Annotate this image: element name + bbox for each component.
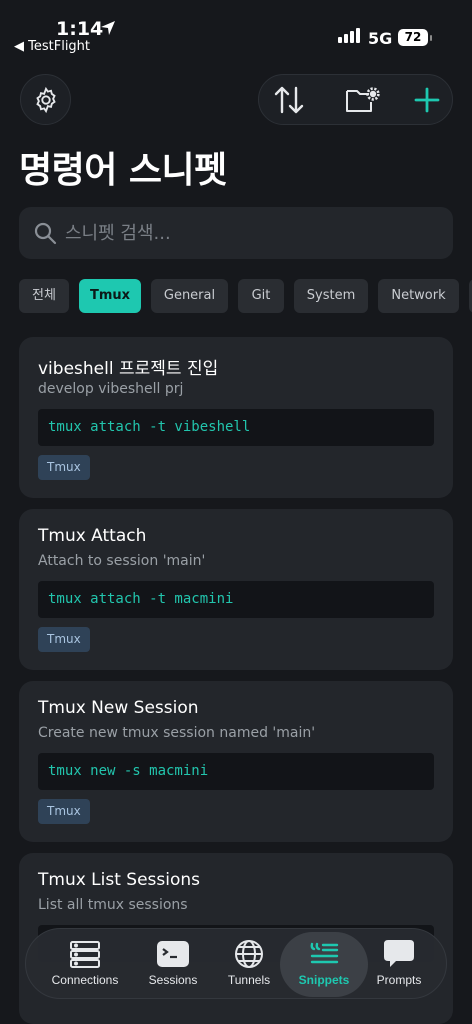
search-icon [34, 222, 57, 245]
gear-icon [35, 86, 56, 113]
chip-git[interactable]: Git [238, 279, 284, 313]
snippet-title: Tmux List Sessions [38, 870, 201, 890]
snippet-title: Tmux Attach [38, 526, 147, 546]
snippet-title: vibeshell 프로젝트 진입 [38, 359, 219, 379]
status-bar: 1:14 ◀ TestFlight 5G 72 [0, 0, 472, 60]
chip-all[interactable]: 전체 [19, 279, 69, 313]
quote-list-icon [310, 942, 339, 964]
add-snippet-button[interactable] [411, 85, 443, 115]
snippet-description: List all tmux sessions [38, 897, 188, 913]
sort-button[interactable] [273, 85, 305, 115]
snippet-title: Tmux New Session [38, 698, 199, 718]
snippet-command[interactable]: tmux new -s macmini [38, 753, 434, 790]
snippet-tag: Tmux [38, 627, 90, 652]
snippet-card[interactable]: Tmux New Session Create new tmux session… [19, 681, 453, 842]
tab-connections[interactable]: Connections [42, 929, 128, 1000]
tab-sessions[interactable]: Sessions [130, 929, 216, 1000]
tab-prompts[interactable]: Prompts [356, 929, 442, 1000]
tab-snippets[interactable]: Snippets [280, 932, 368, 997]
status-time: 1:14 [56, 18, 104, 40]
snippet-card[interactable]: Tmux Attach Attach to session 'main' tmu… [19, 509, 453, 670]
header-actions [258, 74, 453, 125]
category-filter: 전체 Tmux General Git System Network [19, 279, 472, 313]
chip-network[interactable]: Network [378, 279, 459, 313]
cellular-signal-icon [338, 28, 360, 43]
snippet-card[interactable]: vibeshell 프로젝트 진입 develop vibeshell prj … [19, 337, 453, 498]
globe-icon [235, 940, 263, 968]
folder-settings-button[interactable] [345, 85, 381, 115]
sort-arrows-icon [274, 86, 304, 114]
chip-tmux[interactable]: Tmux [79, 279, 141, 313]
terminal-icon [157, 941, 189, 967]
search-input[interactable] [65, 207, 435, 259]
network-type: 5G [368, 29, 393, 48]
folder-gear-icon [346, 87, 380, 112]
tab-label: Snippets [298, 973, 350, 987]
plus-icon [414, 87, 440, 113]
snippet-description: develop vibeshell prj [38, 381, 184, 397]
search-bar [19, 207, 453, 259]
tab-label: Prompts [376, 973, 422, 987]
snippet-command[interactable]: tmux attach -t vibeshell [38, 409, 434, 446]
snippet-tag: Tmux [38, 799, 90, 824]
server-icon [70, 941, 100, 968]
tab-label: Connections [51, 973, 119, 987]
chip-system[interactable]: System [294, 279, 368, 313]
bottom-tab-bar: Connections Sessions Tunnels Snippets Pr… [25, 928, 447, 999]
location-arrow-icon [101, 21, 115, 35]
snippet-tag: Tmux [38, 455, 90, 480]
chip-general[interactable]: General [151, 279, 228, 313]
tab-label: Sessions [148, 973, 198, 987]
settings-button[interactable] [20, 74, 71, 125]
snippet-description: Create new tmux session named 'main' [38, 725, 316, 741]
snippet-command[interactable]: tmux attach -t macmini [38, 581, 434, 618]
snippet-description: Attach to session 'main' [38, 553, 206, 569]
speech-bubble-icon [384, 940, 414, 967]
back-to-testflight-link[interactable]: ◀ TestFlight [14, 39, 90, 54]
battery-icon: 72 [398, 29, 432, 46]
page-title: 명령어 스니펫 [19, 150, 227, 191]
